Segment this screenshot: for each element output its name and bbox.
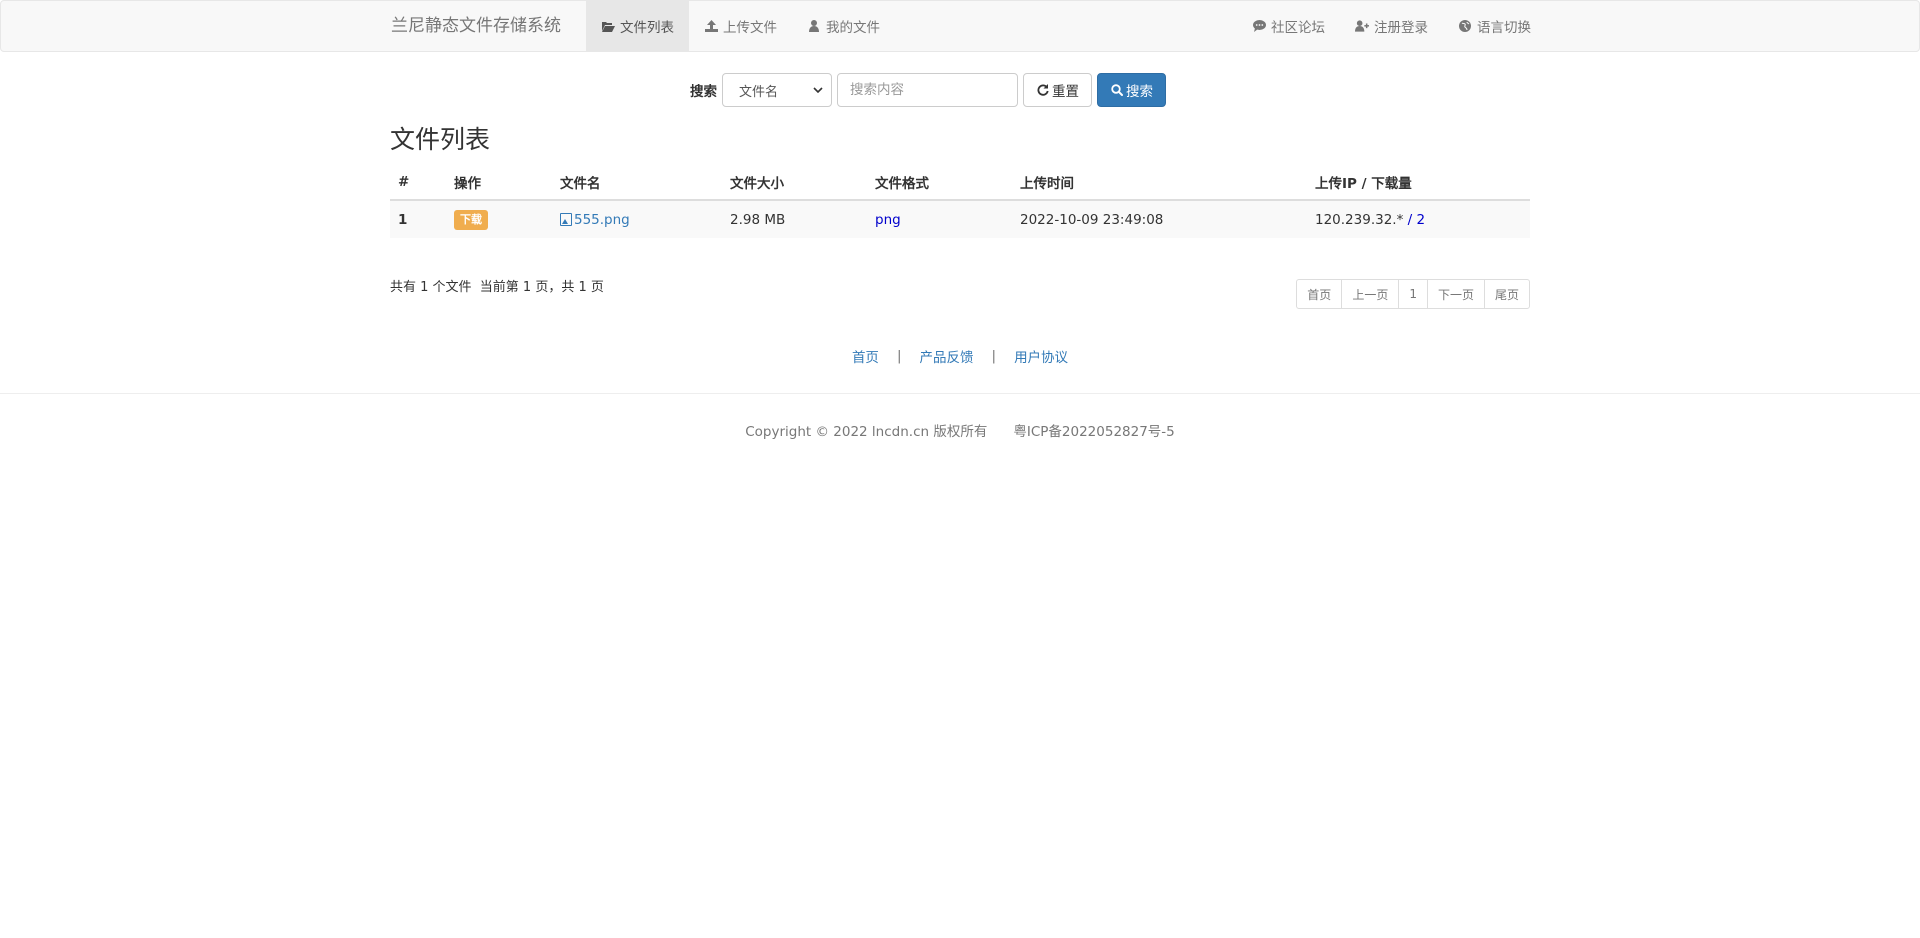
reset-button-label: 重置	[1052, 84, 1079, 100]
page-title: 文件列表	[390, 125, 491, 154]
footer-separator: |	[991, 348, 997, 364]
pager-page-1-button[interactable]: 1	[1398, 279, 1428, 309]
row-ip: 120.239.32.*	[1315, 211, 1404, 228]
folder-open-icon	[601, 19, 615, 33]
search-input[interactable]	[837, 73, 1018, 107]
navbar-container: 兰尼静态文件存储系统 文件列表 上传文件 我的文件 社区论坛 注册登录 语言切换	[391, 1, 1531, 51]
column-header-index: #	[390, 164, 446, 201]
nav-item-label: 语言切换	[1477, 20, 1531, 36]
row-index: 1	[390, 199, 446, 238]
footer-separator: |	[896, 348, 902, 364]
icp-record-link[interactable]: 粤ICP备2022052827号-5	[1013, 424, 1174, 440]
top-navbar: 兰尼静态文件存储系统 文件列表 上传文件 我的文件 社区论坛 注册登录 语言切换	[0, 0, 1920, 52]
column-header-filename: 文件名	[552, 164, 722, 201]
nav-item-label: 文件列表	[620, 20, 674, 36]
nav-item-label: 我的文件	[826, 20, 880, 36]
column-header-format: 文件格式	[867, 164, 1012, 201]
search-label: 搜索	[690, 84, 717, 100]
search-field-select-value: 文件名	[739, 84, 779, 100]
pager-next-button[interactable]: 下一页	[1426, 279, 1485, 309]
pager-last-button[interactable]: 尾页	[1483, 279, 1530, 309]
search-field-select[interactable]: 文件名	[722, 73, 832, 107]
refresh-icon	[1036, 83, 1050, 97]
nav-item-language-switch[interactable]: 语言切换	[1428, 1, 1531, 51]
pagination-summary: 共有 1 个文件 当前第 1 页，共 1 页	[390, 280, 604, 295]
nav-item-community-forum[interactable]: 社区论坛	[1222, 1, 1325, 51]
nav-right-menu: 社区论坛 注册登录 语言切换	[1222, 1, 1531, 51]
column-header-action: 操作	[446, 164, 552, 201]
ip-separator: /	[1403, 211, 1417, 228]
column-header-upload-time: 上传时间	[1012, 164, 1307, 201]
copyright-text: Copyright © 2022 lncdn.cn 版权所有	[745, 424, 988, 440]
upload-icon	[704, 19, 718, 33]
format-link[interactable]: png	[875, 212, 901, 228]
column-header-size: 文件大小	[722, 164, 867, 201]
row-format-cell: png	[867, 199, 1012, 238]
row-filename-cell: 555.png	[552, 199, 722, 238]
nav-item-my-files[interactable]: 我的文件	[792, 1, 895, 51]
footer-link-home[interactable]: 首页	[852, 346, 879, 366]
footer-links: 首页 | 产品反馈 | 用户协议	[0, 346, 1920, 366]
brand-logo-text[interactable]: 兰尼静态文件存储系统	[391, 15, 561, 37]
pager-prev-button[interactable]: 上一页	[1341, 279, 1400, 309]
footer-copyright: Copyright © 2022 lncdn.cn 版权所有 粤ICP备20220…	[0, 420, 1920, 440]
comment-icon	[1252, 19, 1266, 33]
pager-first-button[interactable]: 首页	[1296, 279, 1343, 309]
chevron-down-icon	[813, 85, 823, 96]
table-row: 1 下载 555.png 2.98 MB png 2022-10-09 23:4…	[390, 199, 1530, 238]
nav-left-menu: 文件列表 上传文件 我的文件	[586, 1, 895, 51]
nav-item-file-list[interactable]: 文件列表	[586, 1, 689, 51]
filename-link[interactable]: 555.png	[560, 212, 630, 228]
globe-icon	[1458, 19, 1472, 33]
nav-item-label: 注册登录	[1374, 20, 1428, 36]
nav-item-register-login[interactable]: 注册登录	[1325, 1, 1428, 51]
search-form: 搜索 文件名 重置 搜索	[690, 73, 1166, 107]
row-action-cell: 下载	[446, 199, 552, 238]
search-button-label: 搜索	[1126, 84, 1153, 100]
search-icon	[1110, 83, 1124, 97]
user-icon	[807, 19, 821, 33]
nav-item-upload-file[interactable]: 上传文件	[689, 1, 792, 51]
nav-item-label: 社区论坛	[1271, 20, 1325, 36]
download-button[interactable]: 下载	[454, 209, 488, 230]
pagination: 首页 上一页 1 下一页 尾页	[1296, 279, 1530, 309]
row-size: 2.98 MB	[722, 199, 867, 238]
nav-item-label: 上传文件	[723, 20, 777, 36]
file-table: # 操作 文件名 文件大小 文件格式 上传时间 上传IP / 下载量 1 下载 …	[390, 164, 1530, 238]
row-downloads: 2	[1416, 211, 1426, 228]
image-file-icon	[560, 212, 572, 226]
row-upload-time: 2022-10-09 23:49:08	[1012, 199, 1307, 238]
row-ip-downloads-cell: 120.239.32.* / 2	[1307, 199, 1530, 238]
table-header-row: # 操作 文件名 文件大小 文件格式 上传时间 上传IP / 下载量	[390, 164, 1530, 201]
footer-link-feedback[interactable]: 产品反馈	[920, 346, 974, 366]
search-button[interactable]: 搜索	[1097, 73, 1166, 107]
user-add-icon	[1355, 19, 1369, 33]
footer-divider	[0, 393, 1920, 394]
footer-link-user-agreement[interactable]: 用户协议	[1014, 346, 1068, 366]
reset-button[interactable]: 重置	[1023, 73, 1092, 107]
filename-text: 555.png	[574, 211, 630, 228]
column-header-ip-downloads: 上传IP / 下载量	[1307, 164, 1530, 201]
